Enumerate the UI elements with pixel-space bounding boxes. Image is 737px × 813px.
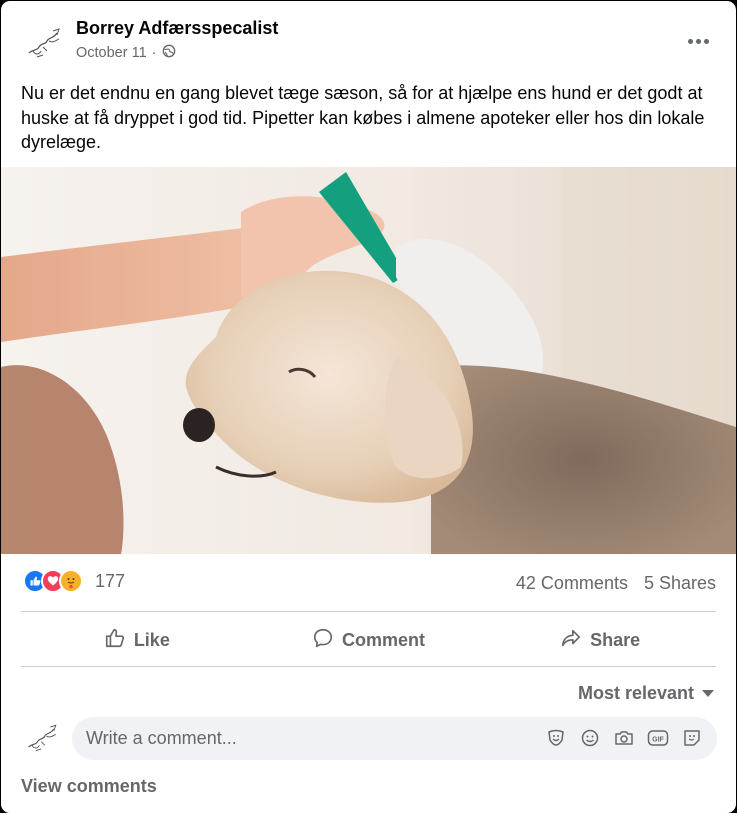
author-avatar[interactable] bbox=[23, 21, 67, 65]
comments-count[interactable]: 42 Comments bbox=[516, 573, 628, 594]
divider bbox=[21, 611, 716, 612]
user-avatar[interactable] bbox=[23, 718, 63, 758]
comment-label: Comment bbox=[342, 629, 426, 650]
like-button[interactable]: Like bbox=[21, 613, 253, 667]
view-comments-link[interactable]: View comments bbox=[21, 776, 157, 797]
caret-down-icon bbox=[702, 690, 714, 697]
avatar-sticker-icon[interactable] bbox=[681, 726, 703, 750]
post-text: Nu er det endnu en gang blevet tæge sæso… bbox=[21, 83, 705, 152]
share-arrow-icon bbox=[560, 627, 582, 654]
comment-button[interactable]: Comment bbox=[253, 613, 485, 667]
more-dot-icon bbox=[703, 38, 709, 44]
more-dot-icon bbox=[687, 38, 693, 44]
engagement-counts: 42 Comments 5 Shares bbox=[516, 573, 716, 594]
sort-label: Most relevant bbox=[577, 683, 694, 703]
comment-bubble-icon bbox=[312, 627, 334, 654]
more-options-button[interactable] bbox=[686, 31, 710, 51]
reactions-summary[interactable]: 177 bbox=[23, 569, 125, 593]
care-icon bbox=[59, 569, 83, 593]
like-label: Like bbox=[133, 629, 170, 650]
post-date[interactable]: October 11 bbox=[76, 45, 147, 61]
post-actions: Like Comment Share bbox=[21, 613, 716, 667]
post-card: Borrey Adfærsspecalist October 11 · Nu e… bbox=[1, 1, 736, 813]
author-name[interactable]: Borrey Adfærsspecalist bbox=[76, 18, 278, 39]
camera-icon[interactable] bbox=[613, 726, 635, 750]
comment-input[interactable] bbox=[86, 717, 516, 760]
shares-count[interactable]: 5 Shares bbox=[644, 573, 716, 594]
share-button[interactable]: Share bbox=[484, 613, 716, 667]
more-dot-icon bbox=[695, 38, 701, 44]
post-header: Borrey Adfærsspecalist October 11 · bbox=[1, 1, 736, 76]
meta-separator: · bbox=[151, 45, 157, 61]
reaction-count: 177 bbox=[95, 570, 126, 591]
post-photo[interactable] bbox=[1, 167, 736, 554]
comment-sort-dropdown[interactable]: Most relevant bbox=[578, 683, 714, 704]
sticker-icon[interactable] bbox=[545, 726, 567, 750]
post-meta: October 11 · bbox=[76, 44, 176, 62]
divider bbox=[21, 666, 716, 667]
gif-icon[interactable]: GIF bbox=[647, 726, 669, 750]
thumbs-up-icon bbox=[104, 627, 126, 654]
comment-tools: GIF bbox=[545, 726, 703, 750]
globe-icon bbox=[162, 44, 176, 62]
comment-composer: GIF bbox=[72, 717, 717, 760]
share-label: Share bbox=[590, 629, 641, 650]
emoji-icon[interactable] bbox=[579, 726, 601, 750]
svg-text:GIF: GIF bbox=[652, 737, 664, 744]
